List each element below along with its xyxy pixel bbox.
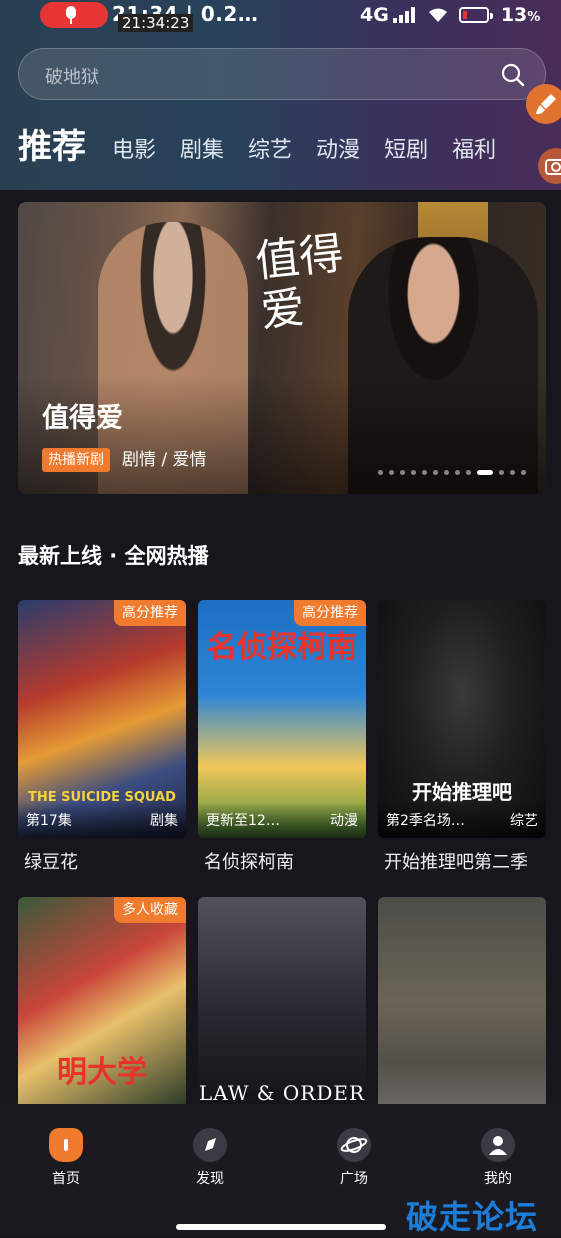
pagination-dot[interactable] bbox=[444, 470, 449, 475]
media-card[interactable]: THE SUICIDE SQUAD 高分推荐 第17集 剧集 绿豆花 bbox=[18, 600, 186, 874]
pagination-dot[interactable] bbox=[455, 470, 460, 475]
media-card[interactable]: LAW & ORDER bbox=[198, 897, 366, 1104]
poster-title-art: LAW & ORDER bbox=[198, 1081, 366, 1104]
nav-plaza[interactable]: 广场 bbox=[314, 1128, 394, 1188]
home-icon bbox=[49, 1128, 83, 1162]
status-bar: 21:34 | 0.2… 21:34:23 4G 13% bbox=[0, 0, 561, 32]
nav-home[interactable]: 首页 bbox=[26, 1128, 106, 1188]
episode-label: 第2季名场… bbox=[386, 813, 465, 829]
battery-icon bbox=[458, 7, 493, 23]
battery-percent: 13% bbox=[500, 4, 541, 26]
pagination-dot[interactable] bbox=[411, 470, 416, 475]
featured-banner[interactable]: 值得爱 值得爱 热播新剧 剧情 / 爱情 bbox=[18, 202, 546, 494]
pagination-dot[interactable] bbox=[510, 470, 515, 475]
category-label: 动漫 bbox=[330, 813, 358, 829]
tab-series[interactable]: 剧集 bbox=[180, 132, 224, 170]
watermark: 破走论坛 bbox=[406, 1198, 539, 1236]
pagination-dot[interactable] bbox=[389, 470, 394, 475]
search-icon[interactable] bbox=[501, 63, 525, 87]
compass-icon bbox=[193, 1128, 227, 1162]
home-indicator[interactable] bbox=[176, 1224, 386, 1230]
nav-label: 发现 bbox=[196, 1171, 224, 1187]
tab-movies[interactable]: 电影 bbox=[112, 132, 156, 170]
nav-discover[interactable]: 发现 bbox=[170, 1128, 250, 1188]
poster: LAW & ORDER bbox=[198, 897, 366, 1104]
recording-indicator[interactable] bbox=[40, 2, 108, 28]
tab-short-drama[interactable]: 短剧 bbox=[384, 132, 428, 170]
search-placeholder: 破地狱 bbox=[45, 67, 99, 88]
banner-title-art: 值得爱 bbox=[252, 227, 346, 338]
pagination-dot[interactable] bbox=[499, 470, 504, 475]
card-badge: 高分推荐 bbox=[294, 600, 366, 626]
media-card[interactable]: 明大学 多人收藏 bbox=[18, 897, 186, 1104]
banner-genre: 剧情 / 爱情 bbox=[122, 450, 207, 470]
signal-icon bbox=[392, 7, 417, 23]
pagination-dot[interactable] bbox=[521, 470, 526, 475]
user-icon bbox=[481, 1128, 515, 1162]
poster: 明大学 多人收藏 bbox=[18, 897, 186, 1104]
media-card[interactable]: 开始推理吧 第2季名场… 综艺 开始推理吧第二季 bbox=[378, 600, 546, 874]
card-badge: 多人收藏 bbox=[114, 897, 186, 923]
card-title: 开始推理吧第二季 bbox=[384, 852, 528, 873]
poster bbox=[378, 897, 546, 1104]
search-bar[interactable]: 破地狱 bbox=[18, 48, 546, 100]
episode-label: 更新至12… bbox=[206, 813, 280, 829]
card-title: 名侦探柯南 bbox=[204, 852, 294, 873]
pagination-dot[interactable] bbox=[422, 470, 427, 475]
camera-icon[interactable] bbox=[538, 148, 561, 184]
episode-label: 第17集 bbox=[26, 813, 72, 829]
nav-label: 首页 bbox=[52, 1171, 80, 1187]
poster-title-art: 名侦探柯南 bbox=[207, 630, 357, 665]
tab-variety[interactable]: 综艺 bbox=[248, 132, 292, 170]
pagination-dot[interactable] bbox=[433, 470, 438, 475]
section-title: 最新上线 · 全网热播 bbox=[18, 544, 209, 568]
nav-label: 广场 bbox=[340, 1171, 368, 1187]
brush-icon[interactable] bbox=[526, 84, 561, 124]
poster: 开始推理吧 第2季名场… 综艺 bbox=[378, 600, 546, 838]
category-label: 综艺 bbox=[510, 813, 538, 829]
banner-title: 值得爱 bbox=[42, 403, 123, 434]
tab-welfare[interactable]: 福利 bbox=[452, 132, 496, 170]
network-type: 4G bbox=[360, 4, 389, 26]
pagination-dot[interactable] bbox=[400, 470, 405, 475]
poster: 名侦探柯南 高分推荐 更新至12… 动漫 bbox=[198, 600, 366, 838]
media-card[interactable]: 名侦探柯南 高分推荐 更新至12… 动漫 名侦探柯南 bbox=[198, 600, 366, 874]
nav-label: 我的 bbox=[484, 1171, 512, 1187]
planet-icon bbox=[337, 1128, 371, 1162]
category-label: 剧集 bbox=[150, 813, 178, 829]
poster-title-art: 开始推理吧 bbox=[412, 780, 512, 804]
pagination-dot[interactable] bbox=[466, 470, 471, 475]
wifi-icon bbox=[428, 8, 447, 22]
media-card[interactable] bbox=[378, 897, 546, 1104]
tab-anime[interactable]: 动漫 bbox=[316, 132, 360, 170]
nav-profile[interactable]: 我的 bbox=[458, 1128, 538, 1188]
tab-recommend[interactable]: 推荐 bbox=[18, 124, 86, 170]
recording-timer: 21:34:23 bbox=[118, 14, 194, 32]
category-tabs: 推荐 电影 剧集 综艺 动漫 短剧 福利 bbox=[18, 122, 520, 170]
pagination-dot[interactable] bbox=[378, 470, 383, 475]
card-title: 绿豆花 bbox=[24, 852, 78, 873]
poster-title-art: 明大学 bbox=[57, 1055, 147, 1090]
microphone-icon bbox=[66, 6, 76, 24]
banner-tag: 热播新剧 bbox=[42, 448, 110, 472]
poster: THE SUICIDE SQUAD 高分推荐 第17集 剧集 bbox=[18, 600, 186, 838]
banner-pagination[interactable] bbox=[372, 470, 526, 475]
pagination-dot[interactable] bbox=[477, 470, 493, 475]
card-badge: 高分推荐 bbox=[114, 600, 186, 626]
